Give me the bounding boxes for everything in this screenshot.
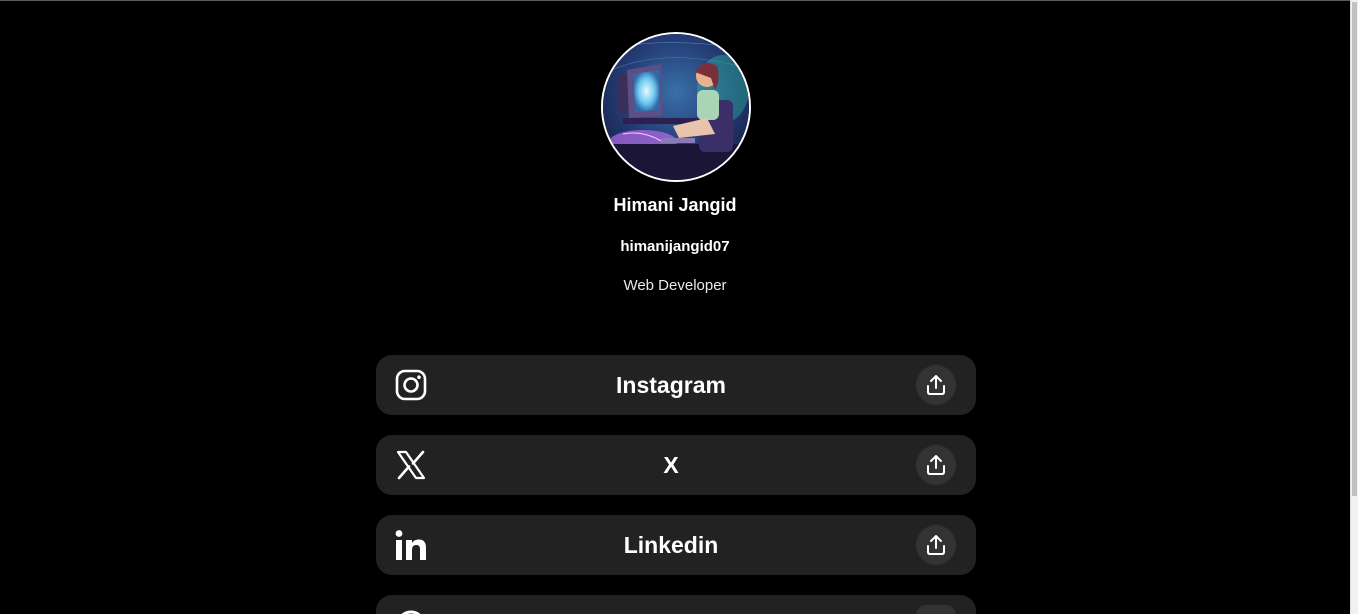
share-button-instagram[interactable] — [916, 365, 956, 405]
share-button-partial[interactable] — [916, 605, 956, 614]
share-icon — [927, 535, 945, 555]
link-card-partial[interactable] — [376, 595, 976, 614]
scrollbar[interactable] — [1350, 0, 1358, 614]
link-label-instagram: Instagram — [616, 372, 726, 398]
link-label-x: X — [663, 452, 679, 478]
link-label-linkedin: Linkedin — [623, 532, 719, 558]
link-card-instagram[interactable]: Instagram — [376, 355, 976, 415]
profile-username: himanijangid07 — [620, 238, 730, 255]
link-icon — [395, 609, 427, 614]
share-button-x[interactable] — [916, 445, 956, 485]
share-icon — [927, 455, 945, 475]
profile-name: Himani Jangid — [613, 195, 737, 215]
profile-bio: Web Developer — [623, 277, 727, 294]
link-card-x[interactable]: X — [376, 435, 976, 495]
scrollbar-thumb[interactable] — [1352, 2, 1357, 496]
link-card-linkedin[interactable]: Linkedin — [376, 515, 976, 575]
share-icon — [927, 375, 945, 395]
share-button-linkedin[interactable] — [916, 525, 956, 565]
avatar — [601, 32, 751, 182]
page: Himani Jangid himanijangid07 Web Develop… — [0, 0, 1350, 614]
